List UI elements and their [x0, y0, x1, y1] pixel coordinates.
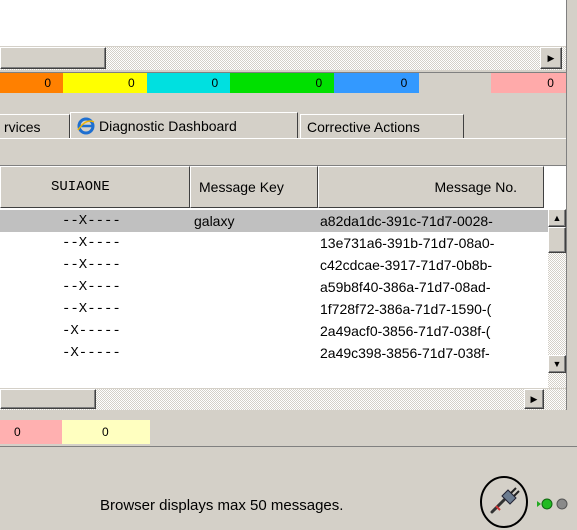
- bottom-counter-yellow: 0: [62, 420, 150, 444]
- status-green-led-icon: [541, 498, 553, 510]
- col-header-message-key[interactable]: Message Key: [190, 166, 318, 208]
- table-scroll-right-button[interactable]: ▶: [524, 389, 544, 409]
- cell-suiaone: --X----: [62, 301, 121, 317]
- connection-status-indicator[interactable]: [478, 474, 577, 530]
- table-header: SUIAONE Message Key Message No.: [0, 166, 566, 208]
- play-arrow-icon: [537, 501, 541, 507]
- cell-message-no: 2a49c398-3856-71d7-038f-: [320, 345, 490, 361]
- right-arrow-icon: ▶: [530, 393, 538, 404]
- cell-message-no: a82da1dc-391c-71d7-0028-: [320, 213, 493, 229]
- right-arrow-icon: ▶: [547, 52, 555, 63]
- cell-suiaone: --X----: [62, 213, 121, 229]
- table-horizontal-scrollbar[interactable]: ▶: [0, 388, 566, 410]
- table-vertical-scrollbar[interactable]: ▲ ▼: [548, 209, 566, 389]
- scroll-down-button[interactable]: ▼: [548, 355, 566, 373]
- cell-suiaone: --X----: [62, 257, 121, 273]
- table-scroll-thumb[interactable]: [548, 227, 566, 253]
- cell-message-no: 2a49acf0-3856-71d7-038f-(: [320, 323, 491, 339]
- tab-services[interactable]: rvices: [0, 114, 70, 138]
- status-message: Browser displays max 50 messages.: [100, 497, 344, 514]
- counter-orange: 0: [0, 73, 64, 93]
- cell-suiaone: --X----: [62, 235, 121, 251]
- bottom-counter-strip: 0 0: [0, 420, 150, 444]
- table-row[interactable]: -X----- 2a49c398-3856-71d7-038f-: [0, 342, 566, 364]
- table-row[interactable]: --X---- galaxy a82da1dc-391c-71d7-0028-: [0, 210, 566, 232]
- cell-suiaone: --X----: [62, 279, 121, 295]
- col-header-message-no[interactable]: Message No.: [318, 166, 544, 208]
- top-panel: [0, 0, 566, 46]
- counter-cyan: 0: [146, 73, 231, 93]
- counter-pink: 0: [490, 73, 566, 93]
- cell-message-no: a59b8f40-386a-71d7-08ad-: [320, 279, 491, 295]
- cell-suiaone: -X-----: [62, 323, 121, 339]
- counter-blue: 0: [334, 73, 420, 93]
- ie-browser-icon: [77, 117, 95, 134]
- top-scroll-thumb[interactable]: [0, 47, 106, 69]
- table-row[interactable]: --X---- c42cdcae-3917-71d7-0b8b-: [0, 254, 566, 276]
- counter-yellow: 0: [63, 73, 147, 93]
- message-table: SUIAONE Message Key Message No. --X---- …: [0, 165, 566, 389]
- cell-message-no: 13e731a6-391b-71d7-08a0-: [320, 235, 495, 251]
- tab-bar: rvices Diagnostic Dashboard Corrective A…: [0, 96, 566, 142]
- plug-icon: [490, 487, 520, 514]
- status-gray-led-icon: [556, 498, 568, 510]
- table-row[interactable]: --X---- 13e731a6-391b-71d7-08a0-: [0, 232, 566, 254]
- table-row[interactable]: --X---- a59b8f40-386a-71d7-08ad-: [0, 276, 566, 298]
- tab-diagnostic-dashboard[interactable]: Diagnostic Dashboard: [70, 112, 298, 138]
- top-scroll-right-button[interactable]: ▶: [540, 47, 562, 69]
- counter-green: 0: [230, 73, 335, 93]
- right-frame: [566, 0, 577, 410]
- cell-message-no: 1f728f72-386a-71d7-1590-(: [320, 301, 492, 317]
- tab-baseline: [0, 138, 566, 139]
- table-hscroll-thumb[interactable]: [0, 389, 96, 409]
- counter-blank: [419, 73, 491, 93]
- tab-corrective-actions[interactable]: Corrective Actions: [300, 114, 464, 138]
- top-horizontal-scrollbar[interactable]: ▶: [0, 46, 566, 70]
- status-separator: [0, 446, 577, 447]
- scroll-up-button[interactable]: ▲: [548, 209, 566, 227]
- col-header-suiaone[interactable]: SUIAONE: [0, 166, 190, 208]
- table-row[interactable]: -X----- 2a49acf0-3856-71d7-038f-(: [0, 320, 566, 342]
- down-arrow-icon: ▼: [552, 358, 562, 369]
- cell-suiaone: -X-----: [62, 345, 121, 361]
- table-row[interactable]: --X---- 1f728f72-386a-71d7-1590-(: [0, 298, 566, 320]
- cell-message-no: c42cdcae-3917-71d7-0b8b-: [320, 257, 493, 273]
- severity-counter-strip: 0 0 0 0 0 0: [0, 72, 566, 93]
- cell-message-key: galaxy: [194, 213, 235, 229]
- up-arrow-icon: ▲: [552, 212, 562, 223]
- bottom-counter-pink: 0: [0, 420, 62, 444]
